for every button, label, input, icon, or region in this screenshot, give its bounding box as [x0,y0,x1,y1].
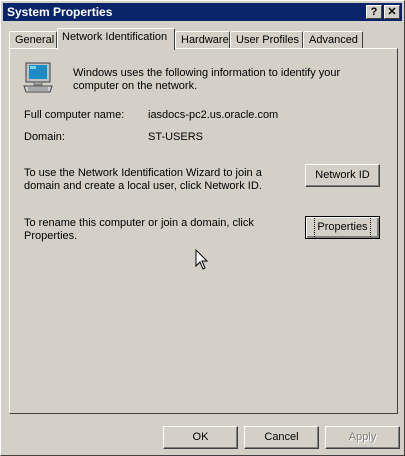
wizard-instructions: To use the Network Identification Wizard… [24,167,262,192]
tab-network-identification[interactable]: Network Identification [57,28,175,50]
system-properties-window: System Properties ? ✕ General Network Id… [0,0,405,456]
rename-instructions: To rename this computer or join a domain… [24,217,254,242]
cancel-button[interactable]: Cancel [244,426,319,449]
network-identification-panel: Windows uses the following information t… [9,48,398,414]
window-title: System Properties [7,5,113,19]
close-button[interactable]: ✕ [384,5,400,19]
computer-icon [23,62,53,93]
help-button[interactable]: ? [366,5,382,19]
full-computer-name-value: iasdocs-pc2.us.oracle.com [148,109,279,121]
network-id-button-label: Network ID [315,169,370,181]
intro-text: Windows uses the following information t… [73,67,341,92]
properties-button[interactable]: Properties [305,216,380,239]
ok-button-label: OK [192,431,209,443]
domain-label: Domain: [24,131,65,143]
ok-button[interactable]: OK [163,426,238,449]
tab-general[interactable]: General [9,31,57,48]
close-icon: ✕ [387,6,397,18]
properties-button-label: Properties [314,216,371,239]
mouse-cursor-icon [195,249,209,270]
apply-button[interactable]: Apply [325,426,400,449]
network-id-button[interactable]: Network ID [305,164,380,187]
cancel-button-label: Cancel [264,431,299,443]
domain-value: ST-USERS [148,131,204,143]
full-computer-name-label: Full computer name: [24,109,125,121]
tab-advanced[interactable]: Advanced [303,31,363,48]
tab-hardware[interactable]: Hardware [175,31,230,48]
apply-button-label: Apply [348,431,377,443]
title-bar[interactable]: System Properties ? ✕ [3,3,402,21]
tab-user-profiles[interactable]: User Profiles [230,31,303,48]
